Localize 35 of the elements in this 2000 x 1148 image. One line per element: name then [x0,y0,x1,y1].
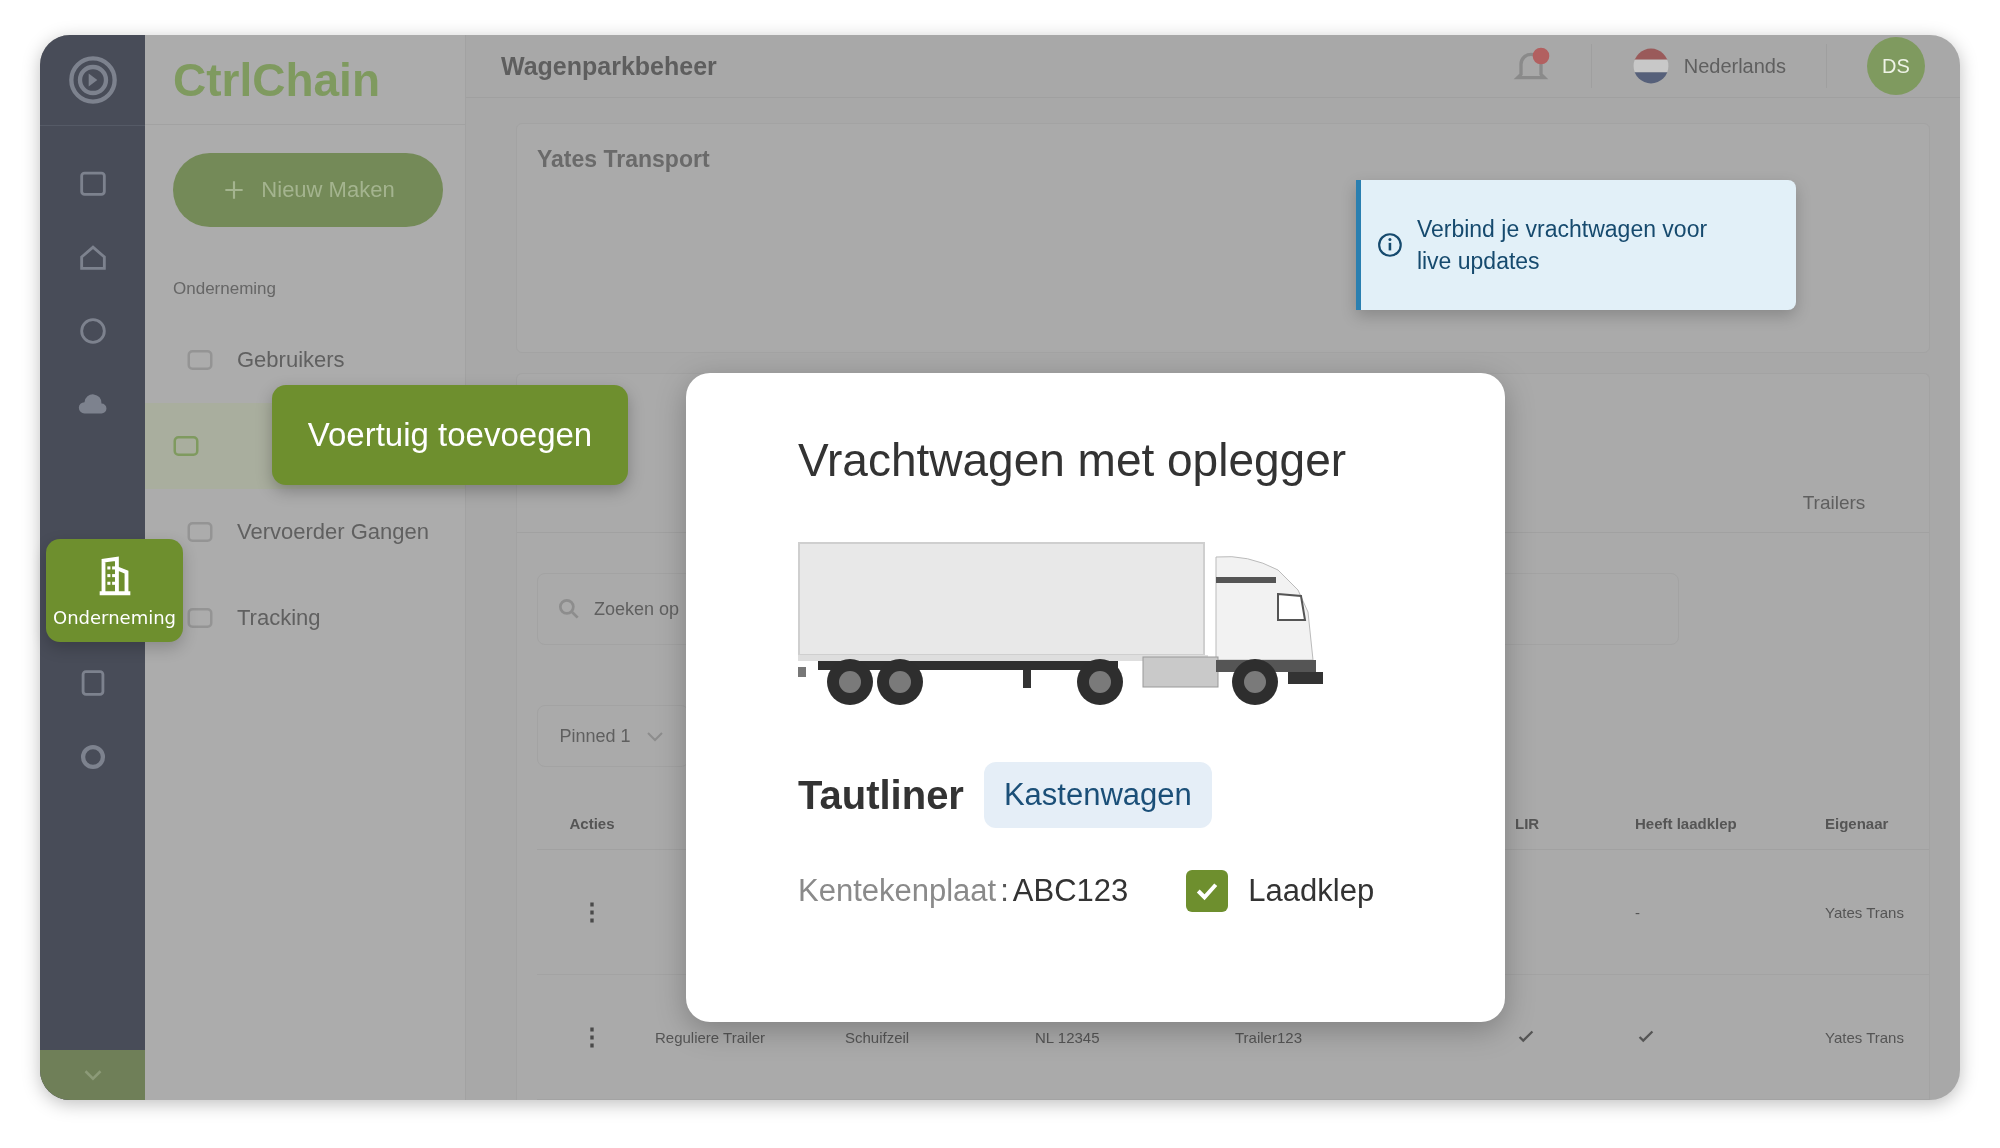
user-avatar[interactable]: DS [1867,37,1925,95]
column-header: Heeft laadklep [1635,814,1737,832]
checkbox-label: Laadklep [1248,873,1375,909]
column-header: LIR [1515,814,1540,832]
section-label: Onderneming [172,279,276,299]
table-cell: Reguliere Trailer [655,1028,766,1046]
table-cell: - [1635,903,1640,921]
tailgate-checkbox[interactable] [1186,870,1229,912]
nav-item[interactable]: Tracking [185,575,465,661]
vehicle-model: Tautliner [798,772,964,818]
more-options-icon[interactable]: ⋮ [580,1023,604,1051]
body-type-tag: Kastenwagen [983,762,1212,828]
table-cell: Trailer123 [1235,1028,1302,1046]
plate-value: ABC123 [1012,873,1129,909]
brand-logo: CtrlChain [145,35,465,125]
flag-icon [1631,47,1670,85]
table-cell: Yates Trans [1825,903,1904,921]
tab[interactable]: Trailers [1739,474,1929,532]
nav-item[interactable]: Vervoerder Gangen [185,489,465,575]
table-cell: Schuifzeil [845,1028,910,1046]
plate-label: Kentekenplaat [798,873,997,909]
column-header: Eigenaar [1825,814,1889,832]
company-name: Yates Transport [537,146,711,173]
tooltip: Voertuig toevoegen [272,385,628,485]
language-selector[interactable]: Nederlands [1631,47,1786,85]
table-cell: NL 12345 [1035,1028,1100,1046]
dialog-title: Vrachtwagen met oplegger [798,433,1348,487]
logo-icon [66,54,119,106]
table-cell: Yates Trans [1825,1028,1904,1046]
plate-separator: : [1000,873,1009,909]
toast-message: Verbind je vrachtwagen voor live updates [1416,214,1709,276]
column-header: Acties [569,814,615,832]
more-options-icon[interactable]: ⋮ [580,898,604,926]
page-title: Wagenparkbeheer [501,51,718,81]
sidebar-item[interactable]: Onderneming [46,539,183,642]
